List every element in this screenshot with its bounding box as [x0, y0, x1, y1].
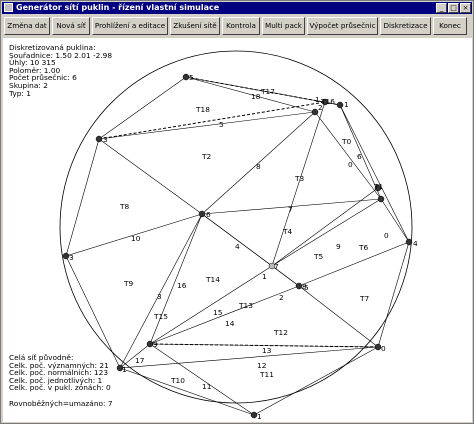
mesh-node — [198, 210, 206, 218]
edge-label: 10 — [131, 234, 141, 243]
window-title: Generátor sítí puklin - řízení vlastní s… — [16, 3, 220, 12]
mesh-edge — [298, 241, 410, 287]
triangle-label: T3 — [294, 174, 305, 183]
exit-button[interactable]: Konec — [433, 17, 467, 35]
mesh-edge — [65, 255, 121, 369]
mesh-edge — [119, 367, 255, 416]
triangle-label: T8 — [119, 202, 130, 211]
mesh-edge — [253, 346, 379, 416]
triangle-label: T5 — [313, 252, 324, 261]
edge-label: 9 — [336, 242, 341, 251]
node-label: 3 — [103, 135, 108, 144]
triangle-label: T18 — [195, 105, 210, 114]
node-label: 1 — [122, 365, 127, 374]
node-label: 9 — [153, 340, 158, 349]
node-label: 1 — [315, 95, 320, 104]
discretization-button[interactable]: Diskretizace — [380, 17, 431, 35]
node-label: 8 — [302, 282, 307, 291]
edge-label: 16 — [177, 281, 187, 290]
info-line: Typ: 1 — [9, 88, 31, 98]
triangle-label: T0 — [341, 137, 352, 146]
edge-label: 11 — [202, 382, 212, 391]
triangle-label: T13 — [238, 301, 253, 310]
triangle-label: T11 — [259, 370, 274, 379]
edge-label: 18 — [251, 92, 261, 101]
fracture-info-panel: Diskretizovaná puklina: Souřadnice: 1.50… — [9, 44, 112, 97]
edge-label: 12 — [257, 361, 266, 370]
edge-label: 1 — [262, 272, 267, 281]
toolbar: Změna dat Nová síť Prohlížení a editace … — [2, 14, 472, 37]
edge-label: 6 — [357, 152, 362, 161]
triangle-label: T9 — [123, 279, 134, 288]
minimize-button[interactable]: _ — [436, 3, 447, 13]
edge-label: 14 — [225, 319, 235, 328]
triangle-label: T12 — [273, 328, 288, 337]
mesh-node — [336, 101, 344, 109]
browse-edit-button[interactable]: Prohlížení a editace — [92, 17, 168, 35]
triangle-label: T17 — [260, 87, 275, 96]
node-label: 5 — [189, 73, 194, 82]
mesh-node — [405, 238, 413, 246]
app-window: Generátor sítí puklin - řízení vlastní s… — [0, 0, 474, 424]
node-label: 1 — [344, 100, 349, 109]
mesh-edge — [377, 241, 410, 348]
edge-label: 13 — [262, 346, 272, 355]
edge-label: 7 — [288, 205, 293, 214]
mesh-edge — [149, 213, 203, 345]
mesh-edge — [149, 343, 255, 416]
triangle-label: T14 — [205, 275, 220, 284]
edge-label: 15 — [213, 308, 223, 317]
triangle-label: T4 — [282, 227, 293, 236]
mesh-node — [377, 195, 385, 203]
title-bar: Generátor sítí puklin - řízení vlastní s… — [2, 2, 472, 14]
triangle-label: T10 — [170, 376, 185, 385]
edge-label: 3 — [157, 292, 162, 301]
triangle-label: T15 — [153, 312, 168, 321]
mesh-edge — [314, 111, 382, 200]
node-label: 7 — [274, 262, 279, 271]
check-button[interactable]: Kontrola — [222, 17, 260, 35]
close-button[interactable]: × — [460, 3, 471, 13]
mesh-edge — [65, 138, 100, 257]
edge-label: 2 — [279, 293, 284, 302]
summary-line: Rovnoběžných=umazáno: 7 — [9, 398, 113, 408]
node-label: 6 — [206, 210, 211, 219]
app-icon[interactable] — [4, 3, 13, 12]
edge-label: 4 — [235, 242, 240, 251]
node-label: 0 — [384, 231, 389, 240]
node-label: 1 — [257, 412, 262, 421]
triangle-label: T16 — [320, 97, 335, 106]
triangle-label: T6 — [358, 243, 369, 252]
maximize-button[interactable]: □ — [448, 3, 459, 13]
new-network-button[interactable]: Nová síť — [52, 17, 90, 35]
mesh-node — [95, 135, 103, 143]
edge-label: 17 — [135, 356, 145, 365]
multi-pack-button[interactable]: Multi pack — [262, 17, 305, 35]
network-summary-panel: Celá síť původně: Celk. poč. významných:… — [9, 354, 113, 407]
triangle-label: T2 — [201, 152, 211, 161]
triangle-label: T1 — [373, 182, 384, 191]
mesh-edge — [339, 104, 410, 243]
node-label: 0 — [381, 344, 386, 353]
node-label: 4 — [413, 239, 418, 248]
boundary-circle — [59, 50, 413, 404]
summary-line: Celk. poč. v pukl. zónách: 0 — [9, 383, 111, 393]
edge-label: 5 — [219, 120, 224, 129]
edge-label: 0 — [348, 160, 353, 169]
drawing-canvas[interactable]: 0 1 2 3 4 5 6 7 8 9 0 1 1 3 1 5 1 2 3 4 5 6 7 8 9 10 11 12 13 14 15 16 1… — [3, 38, 472, 422]
refine-network-button[interactable]: Zkušení sítě — [170, 17, 220, 35]
triangle-label: T7 — [359, 294, 370, 303]
change-data-button[interactable]: Změna dat — [4, 17, 50, 35]
edge-label: 8 — [256, 162, 261, 171]
compute-intersections-button[interactable]: Výpočet průsečnic — [307, 17, 378, 35]
node-label: 3 — [69, 253, 74, 262]
mesh-edge — [98, 138, 203, 215]
